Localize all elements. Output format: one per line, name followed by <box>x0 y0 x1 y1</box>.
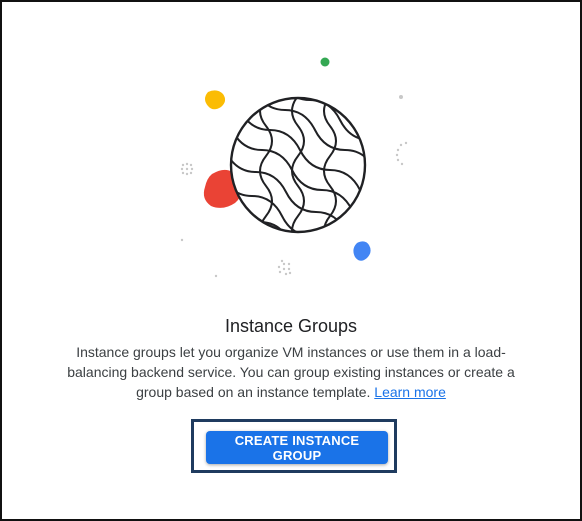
green-dot <box>320 57 330 67</box>
create-instance-group-button[interactable]: CREATE INSTANCE GROUP <box>206 431 388 464</box>
learn-more-link[interactable]: Learn more <box>374 384 446 400</box>
gray-dot-small-2 <box>214 274 218 278</box>
dotted-circle-left <box>180 162 194 176</box>
globe-body <box>229 96 367 234</box>
globe-illustration <box>180 57 408 278</box>
yellow-blob <box>205 90 226 110</box>
blue-blob <box>353 241 371 261</box>
dotted-circle-bottom <box>277 259 292 276</box>
gray-dot-small-1 <box>180 238 184 242</box>
gray-dot-top <box>399 95 403 99</box>
empty-state-description: Instance groups let you organize VM inst… <box>62 342 520 402</box>
dotted-arc-right <box>395 141 408 166</box>
description-text: Instance groups let you organize VM inst… <box>67 344 515 400</box>
empty-state-title: Instance Groups <box>224 316 358 336</box>
